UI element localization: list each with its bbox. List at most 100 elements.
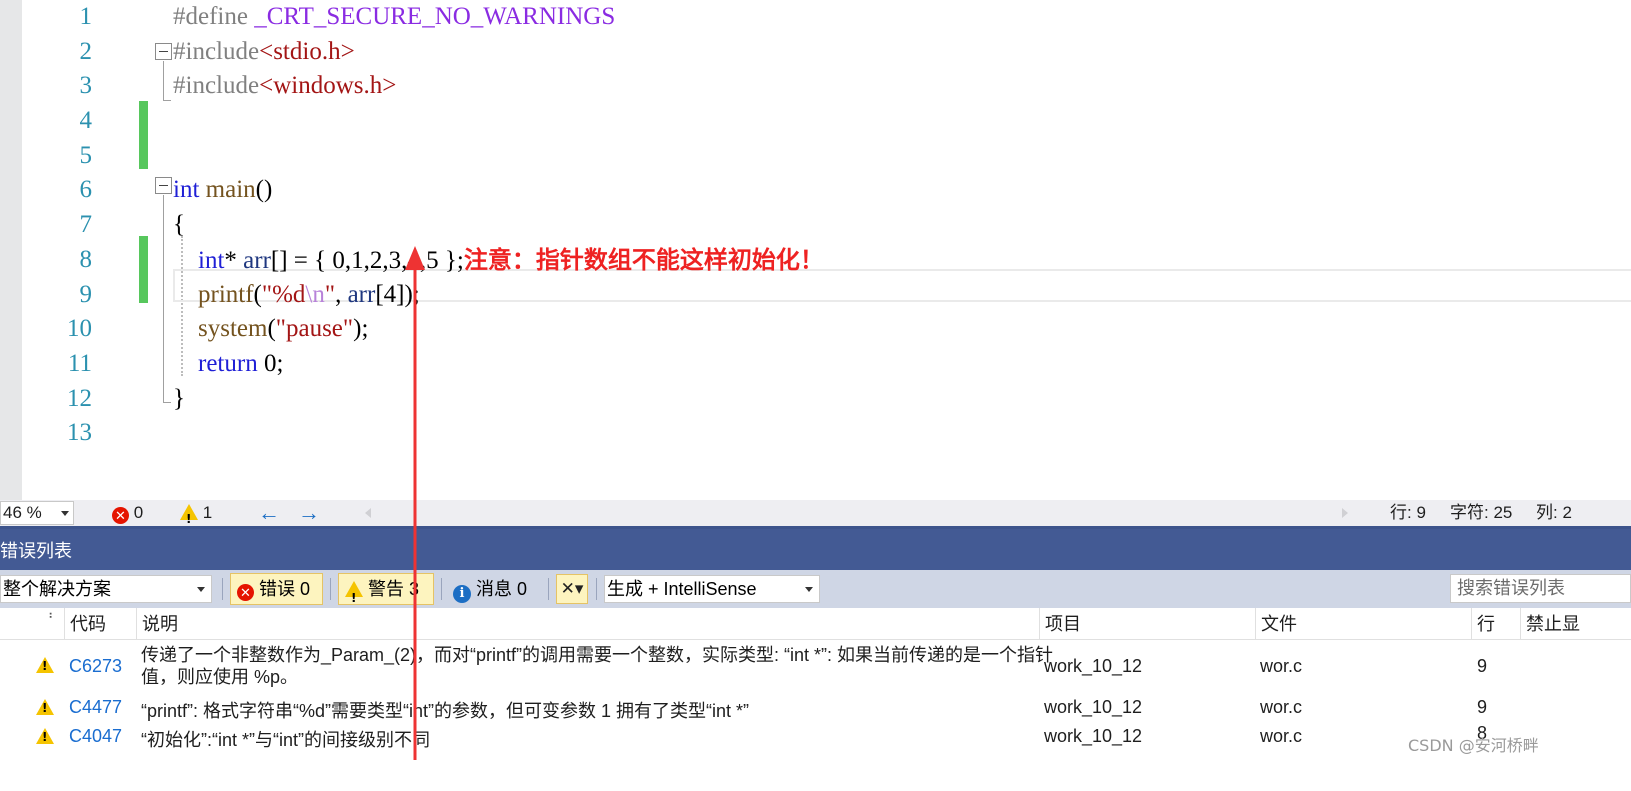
table-row[interactable]: C4047 “初始化”:“int *”与“int”的间接级别不同 work_10… xyxy=(0,723,1631,751)
line-number: 3 xyxy=(79,72,93,100)
toolbar-separator xyxy=(222,578,223,600)
code-line[interactable]: int main() xyxy=(173,173,824,208)
column-line[interactable]: 行 xyxy=(1471,608,1520,640)
code-line[interactable] xyxy=(173,416,824,451)
warning-code[interactable]: C4477 xyxy=(69,697,122,718)
column-icon[interactable]: ⠃ xyxy=(0,608,64,640)
scope-value: 整个解决方案 xyxy=(3,579,111,599)
code-token: * xyxy=(224,246,244,274)
line-number: 1 xyxy=(79,3,93,30)
column-file[interactable]: 文件 xyxy=(1255,608,1471,640)
code-token: int xyxy=(198,246,225,274)
code-text-area[interactable]: #define _CRT_SECURE_NO_WARNINGS #include<… xyxy=(173,0,824,451)
cursor-char: 字符: 25 xyxy=(1450,503,1513,522)
fold-collapse-icon[interactable] xyxy=(155,177,172,194)
column-code[interactable]: 代码 xyxy=(64,608,136,640)
code-token: ); xyxy=(353,315,369,343)
editor-left-margin xyxy=(0,0,22,521)
build-filter-select[interactable]: 生成 + IntelliSense xyxy=(604,575,820,603)
error-count-indicator[interactable]: ✕ 0 xyxy=(112,500,143,526)
filter-clear-icon[interactable]: ✕▾ xyxy=(556,574,588,604)
change-indicator-bar xyxy=(139,236,148,303)
line-number: 8 xyxy=(79,245,93,273)
code-line[interactable]: int* arr[] = { 0,1,2,3,4,5 };注意：指针数组不能这样… xyxy=(173,243,824,278)
warning-count-indicator[interactable]: 1 xyxy=(180,500,213,532)
warning-description-line: 值，则应使用 %p。 xyxy=(141,667,299,687)
arrow-left-icon[interactable]: ← xyxy=(258,500,280,526)
code-line[interactable]: #define _CRT_SECURE_NO_WARNINGS xyxy=(173,0,824,35)
warning-file: wor.c xyxy=(1260,697,1303,717)
toolbar-separator xyxy=(596,578,597,600)
code-token: arr xyxy=(347,280,376,308)
arrow-right-icon[interactable]: → xyxy=(298,500,320,526)
code-token: [4]); xyxy=(375,280,420,308)
table-row[interactable]: C6273 传递了一个非整数作为_Param_(2)，而对“printf”的调用… xyxy=(0,642,1631,692)
code-token: } xyxy=(173,384,185,412)
error-icon: ✕ xyxy=(237,584,254,601)
cursor-col: 列: 2 xyxy=(1536,503,1572,522)
watermark: CSDN @安河桥畔 xyxy=(1408,736,1539,755)
code-editor[interactable]: 1 2 3 4 5 6 7 8 9 10 11 12 13 #define _CRT_SECURE_NO… xyxy=(0,0,1631,521)
annotation-note: 注意：指针数组不能这样初始化！ xyxy=(463,245,824,274)
code-token: <stdio.h> xyxy=(259,37,355,65)
table-row[interactable]: C4477 “printf”: 格式字符串“%d”需要类型“int”的参数，但可… xyxy=(0,694,1631,722)
messages-filter-button[interactable]: i 消息 0 xyxy=(446,573,542,605)
scope-select[interactable]: 整个解决方案 xyxy=(0,575,212,603)
column-description[interactable]: 说明 xyxy=(136,608,1039,640)
code-token: return xyxy=(198,349,258,377)
column-project[interactable]: 项目 xyxy=(1039,608,1255,640)
warning-count: 1 xyxy=(202,503,213,522)
warnings-filter-label: 警告 3 xyxy=(368,579,420,599)
cursor-row: 行: 9 xyxy=(1390,503,1426,522)
warnings-filter-button[interactable]: 警告 3 xyxy=(338,573,434,613)
code-token: int xyxy=(173,176,200,204)
line-number: 11 xyxy=(67,349,92,377)
code-token: ( xyxy=(253,280,262,308)
line-number: 13 xyxy=(67,419,92,447)
scroll-left-icon[interactable] xyxy=(365,508,371,518)
error-list-title-bar: 错误列表 xyxy=(0,526,1631,570)
messages-filter-label: 消息 0 xyxy=(476,579,528,599)
warning-code[interactable]: C6273 xyxy=(69,656,122,677)
fold-region-line xyxy=(163,61,164,101)
line-number: 7 xyxy=(79,211,93,239)
code-line[interactable]: return 0; xyxy=(173,347,824,382)
code-token: " xyxy=(324,280,336,308)
code-line[interactable] xyxy=(173,139,824,174)
code-token: 0; xyxy=(257,349,284,377)
code-token: _CRT_SECURE_NO_WARNINGS xyxy=(254,3,616,30)
code-token: , xyxy=(335,280,348,308)
code-line[interactable]: printf("%d\n", arr[4]); xyxy=(173,278,824,313)
warning-file: wor.c xyxy=(1260,656,1303,676)
scroll-right-icon[interactable] xyxy=(1342,508,1348,518)
fold-region-line xyxy=(163,195,164,403)
error-list-title: 错误列表 xyxy=(0,541,72,561)
code-line[interactable]: #include<windows.h> xyxy=(173,69,824,104)
line-number: 6 xyxy=(79,176,93,204)
warning-line: 9 xyxy=(1477,656,1488,676)
chevron-down-icon xyxy=(197,587,205,592)
column-suppress[interactable]: 禁止显 xyxy=(1520,608,1631,640)
code-line[interactable]: } xyxy=(173,382,824,417)
error-list-toolbar: 整个解决方案 ✕ 错误 0 警告 3 i 消息 0 ✕▾ 生成 + Intell… xyxy=(0,570,1631,613)
line-number: 9 xyxy=(79,280,93,308)
errors-filter-button[interactable]: ✕ 错误 0 xyxy=(230,573,323,605)
error-list-search-input[interactable]: 搜索错误列表 xyxy=(1450,574,1631,603)
chevron-down-icon xyxy=(805,587,813,592)
zoom-select[interactable]: 46 % xyxy=(0,501,74,525)
warning-code[interactable]: C4047 xyxy=(69,726,122,747)
toolbar-separator xyxy=(441,578,442,600)
code-line[interactable]: { xyxy=(173,208,824,243)
code-line[interactable]: system("pause"); xyxy=(173,312,824,347)
line-number: 12 xyxy=(67,384,92,412)
code-line[interactable]: #include<stdio.h> xyxy=(173,35,824,70)
code-token: #include xyxy=(173,72,260,100)
fold-collapse-icon[interactable] xyxy=(155,43,172,60)
line-number-gutter: 1 2 3 4 5 6 7 8 9 10 11 12 13 xyxy=(22,0,98,451)
code-line[interactable] xyxy=(173,104,824,139)
change-indicator-bar xyxy=(139,101,148,169)
warning-description: “初始化”:“int *”与“int”的间接级别不同 xyxy=(141,730,430,750)
